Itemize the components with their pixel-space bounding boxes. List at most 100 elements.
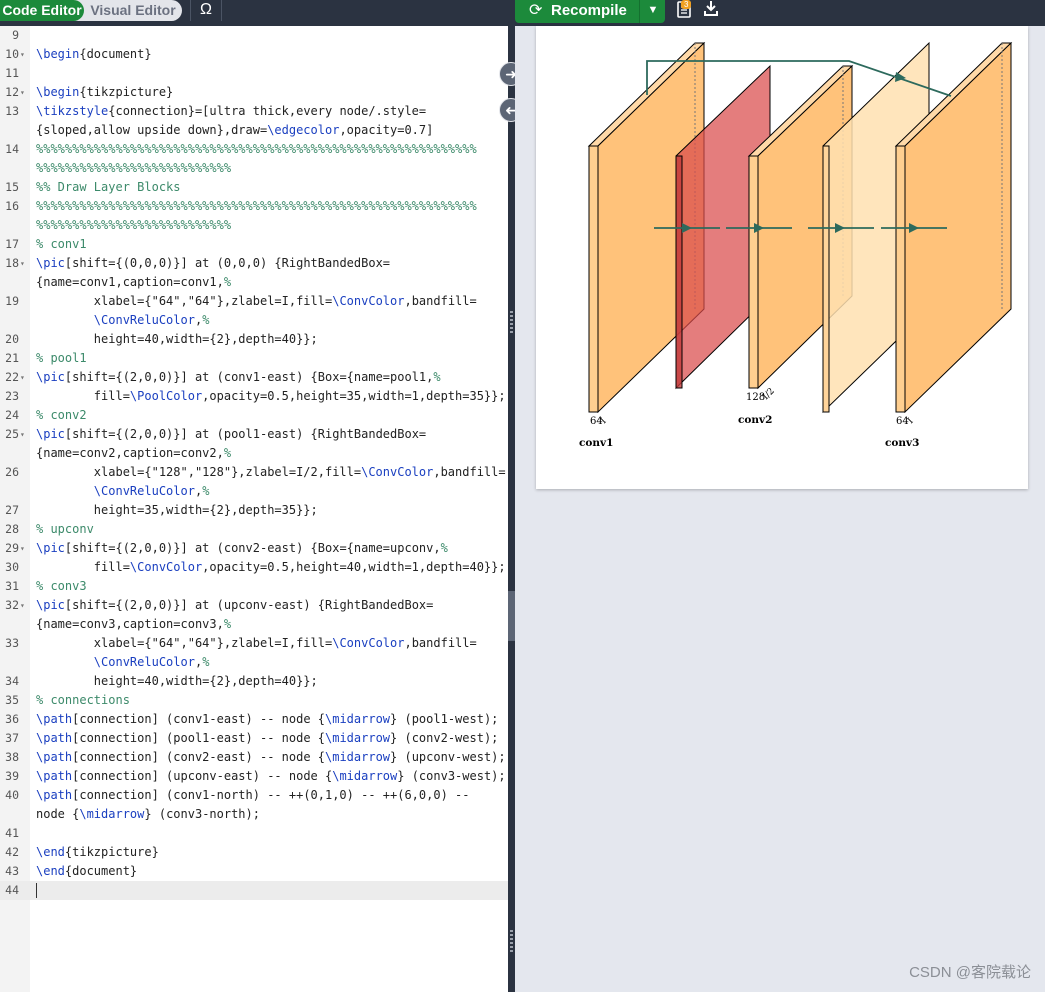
code-line[interactable]: \ConvReluColor,% (0, 653, 508, 672)
watermark: CSDN @客院载论 (909, 964, 1031, 981)
code-line[interactable]: 19 xlabel={"64","64"},zlabel=I,fill=\Con… (0, 292, 508, 311)
code-line[interactable]: {sloped,allow upside down},draw=\edgecol… (0, 121, 508, 140)
code-line[interactable]: 37 \path[connection] (pool1-east) -- node… (0, 729, 508, 748)
fold-toggle-icon[interactable]: ▾ (20, 254, 25, 273)
line-number: 15 (5, 180, 19, 194)
code-text: %%%%%%%%%%%%%%%%%%%%%%%%%%% (36, 161, 232, 175)
line-number: 32 (5, 598, 19, 612)
fold-toggle-icon[interactable]: ▾ (20, 83, 25, 102)
code-line[interactable]: 28 % upconv (0, 520, 508, 539)
code-line[interactable]: 13 \tikzstyle{connection}=[ultra thick,ev… (0, 102, 508, 121)
code-line[interactable]: 29 ▾ \pic[shift={(2,0,0)}] at (conv2-east)… (0, 539, 508, 558)
line-number: 20 (5, 332, 19, 346)
code-text: \path[connection] (upconv-east) -- node … (36, 769, 506, 783)
recompile-options-button[interactable]: ▼ (639, 0, 666, 23)
code-line[interactable]: \ConvReluColor,% (0, 311, 508, 330)
splitter-grip[interactable] (510, 311, 513, 335)
code-text: % conv3 (36, 579, 87, 593)
code-editor-button[interactable]: Code Editor (0, 0, 84, 21)
code-line[interactable]: 42 \end{tikzpicture} (0, 843, 508, 862)
line-number: 34 (5, 674, 19, 688)
download-icon[interactable] (703, 0, 719, 18)
code-line[interactable]: 15 %% Draw Layer Blocks (0, 178, 508, 197)
fold-toggle-icon[interactable]: ▾ (20, 368, 25, 387)
fold-toggle-icon[interactable]: ▾ (20, 45, 25, 64)
code-line[interactable]: %%%%%%%%%%%%%%%%%%%%%%%%%%% (0, 216, 508, 235)
code-text: %%%%%%%%%%%%%%%%%%%%%%%%%%%%%%%%%%%%%%%%… (36, 142, 477, 156)
code-text: fill=\ConvColor,opacity=0.5,height=40,wi… (36, 560, 506, 574)
visual-editor-button[interactable]: Visual Editor (84, 0, 182, 21)
line-number: 13 (5, 104, 19, 118)
collapse-pane-tab[interactable] (508, 591, 515, 641)
code-line[interactable]: 44 (0, 881, 508, 900)
code-text: {name=conv2,caption=conv2,% (36, 446, 232, 460)
code-line[interactable]: 21 % pool1 (0, 349, 508, 368)
code-text: xlabel={"128","128"},zlabel=I/2,fill=\Co… (36, 465, 506, 479)
code-text: \path[connection] (conv2-east) -- node {… (36, 750, 506, 764)
conv3-caption: conv3 (885, 437, 919, 449)
line-number: 37 (5, 731, 19, 745)
line-number: 21 (5, 351, 19, 365)
recompile-button[interactable]: ⟳ Recompile ▼ (515, 0, 665, 23)
code-editor[interactable]: 9 10 ▾ \begin{document} 11 12 ▾ \begin{tikzpict… (0, 26, 508, 992)
code-line[interactable]: 11 (0, 64, 508, 83)
code-line[interactable]: 27 height=35,width={2},depth=35}}; (0, 501, 508, 520)
code-line[interactable]: 39 \path[connection] (upconv-east) -- nod… (0, 767, 508, 786)
line-number: 23 (5, 389, 19, 403)
code-line[interactable]: 30 fill=\ConvColor,opacity=0.5,height=40… (0, 558, 508, 577)
code-line[interactable]: 20 height=40,width={2},depth=40}}; (0, 330, 508, 349)
code-line[interactable]: 17 % conv1 (0, 235, 508, 254)
fold-toggle-icon[interactable]: ▾ (20, 596, 25, 615)
code-line[interactable]: {name=conv3,caption=conv3,% (0, 615, 508, 634)
code-line[interactable]: 26 xlabel={"128","128"},zlabel=I/2,fill=… (0, 463, 508, 482)
fold-toggle-icon[interactable]: ▾ (20, 539, 25, 558)
network-diagram: 64 I 128 I/2 64 I conv1 conv2 conv3 (579, 41, 1013, 449)
caret-down-icon: ▼ (647, 4, 659, 16)
splitter-grip-bottom[interactable] (510, 930, 513, 954)
code-line[interactable]: 22 ▾ \pic[shift={(2,0,0)}] at (conv1-east)… (0, 368, 508, 387)
line-number: 22 (5, 370, 19, 384)
code-line[interactable]: {name=conv1,caption=conv1,% (0, 273, 508, 292)
code-line[interactable]: 34 height=40,width={2},depth=40}}; (0, 672, 508, 691)
code-text: \ConvReluColor,% (93, 484, 210, 498)
code-line[interactable]: %%%%%%%%%%%%%%%%%%%%%%%%%%% (0, 159, 508, 178)
symbol-palette-button[interactable]: Ω (190, 0, 222, 21)
code-text: \end{document} (36, 864, 138, 878)
pdf-preview[interactable]: 64 I 128 I/2 64 I conv1 conv2 conv3 CSDN… (515, 26, 1045, 992)
code-line[interactable]: 16%%%%%%%%%%%%%%%%%%%%%%%%%%%%%%%%%%%%%%… (0, 197, 508, 216)
code-line[interactable]: 36 \path[connection] (conv1-east) -- node… (0, 710, 508, 729)
code-line[interactable]: 10 ▾ \begin{document} (0, 45, 508, 64)
code-text: %%%%%%%%%%%%%%%%%%%%%%%%%%%%%%%%%%%%%%%%… (36, 199, 477, 213)
code-line[interactable]: {name=conv2,caption=conv2,% (0, 444, 508, 463)
line-number: 24 (5, 408, 19, 422)
code-line[interactable]: 18 ▾ \pic[shift={(0,0,0)}] at (0,0,0) {Rig… (0, 254, 508, 273)
code-text: height=40,width={2},depth=40}}; (36, 674, 318, 688)
code-line[interactable]: 23 fill=\PoolColor,opacity=0.5,height=35… (0, 387, 508, 406)
code-line[interactable]: 41 (0, 824, 508, 843)
code-line[interactable]: node {\midarrow} (conv3-north); (0, 805, 508, 824)
code-line[interactable]: 14%%%%%%%%%%%%%%%%%%%%%%%%%%%%%%%%%%%%%%… (0, 140, 508, 159)
code-line[interactable]: 31 % conv3 (0, 577, 508, 596)
code-text: \pic[shift={(0,0,0)}] at (0,0,0) {RightB… (36, 256, 391, 270)
code-line[interactable]: 12 ▾ \begin{tikzpicture} (0, 83, 508, 102)
code-line[interactable]: 24 % conv2 (0, 406, 508, 425)
code-text: % connections (36, 693, 130, 707)
line-number: 11 (5, 66, 19, 80)
pane-splitter[interactable] (508, 26, 515, 992)
code-text: \pic[shift={(2,0,0)}] at (upconv-east) {… (36, 598, 434, 612)
fold-toggle-icon[interactable]: ▾ (20, 425, 25, 444)
code-line[interactable]: 43 \end{document} (0, 862, 508, 881)
code-line[interactable]: 35 % connections (0, 691, 508, 710)
code-line[interactable]: 38 \path[connection] (conv2-east) -- node… (0, 748, 508, 767)
line-number: 33 (5, 636, 19, 650)
code-line[interactable]: 33 xlabel={"64","64"},zlabel=I,fill=\Con… (0, 634, 508, 653)
code-line[interactable]: 25 ▾ \pic[shift={(2,0,0)}] at (pool1-east)… (0, 425, 508, 444)
code-text: % pool1 (36, 351, 87, 365)
line-number: 18 (5, 256, 19, 270)
code-line[interactable]: \ConvReluColor,% (0, 482, 508, 501)
code-text: \path[connection] (conv1-east) -- node {… (36, 712, 499, 726)
code-line[interactable]: 9 (0, 26, 508, 45)
code-line[interactable]: 40 \path[connection] (conv1-north) -- ++(… (0, 786, 508, 805)
code-line[interactable]: 32 ▾ \pic[shift={(2,0,0)}] at (upconv-east… (0, 596, 508, 615)
line-number: 17 (5, 237, 19, 251)
